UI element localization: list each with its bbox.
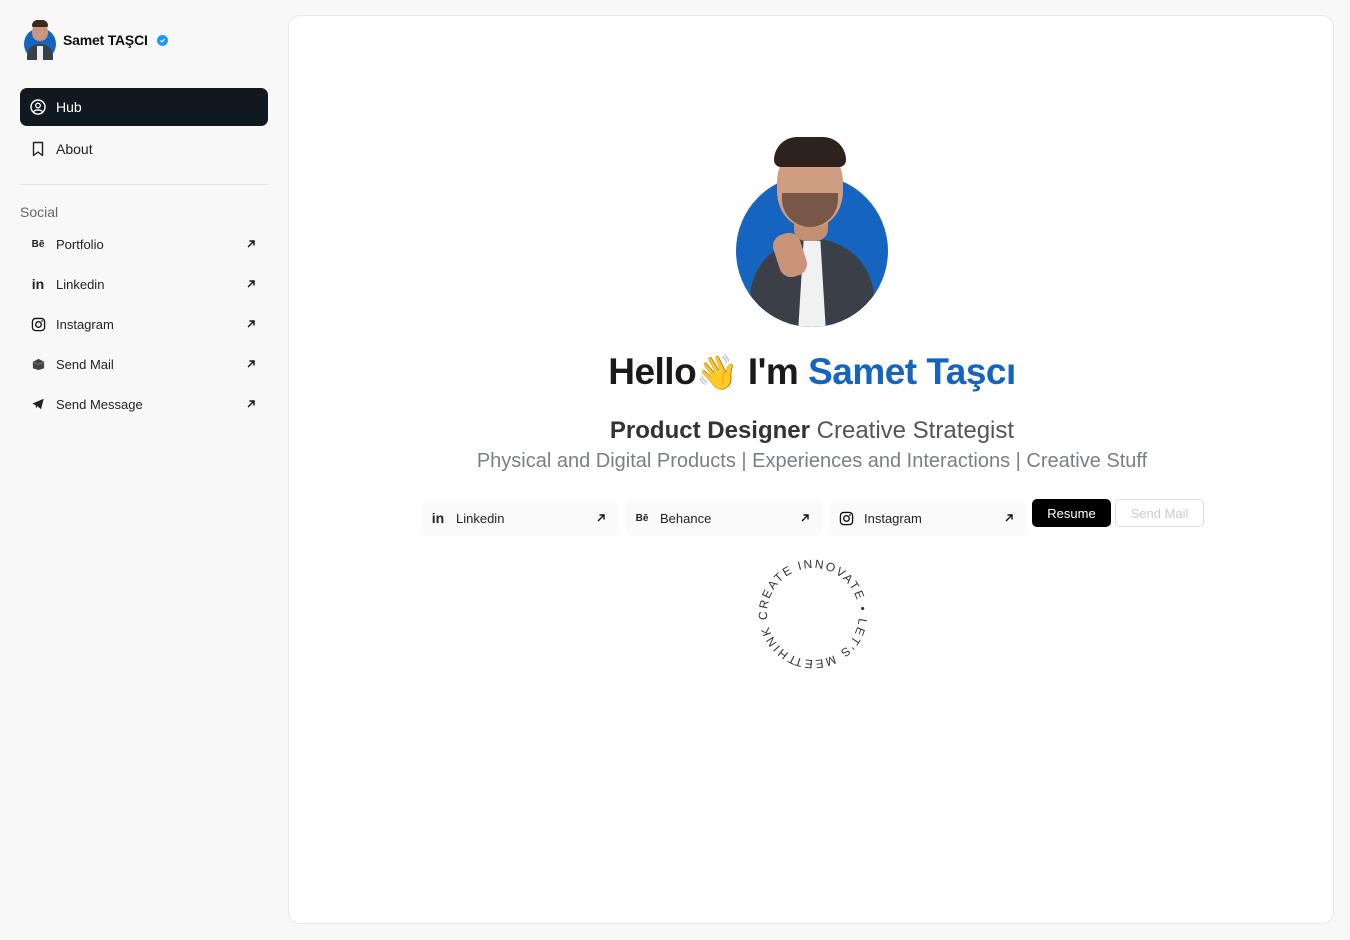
arrow-up-right-icon [596,513,606,523]
hero-roles: Product Designer Creative Strategist [289,417,1335,445]
link-card-behance[interactable]: Bē Behance [626,500,822,536]
arrow-up-right-icon [246,319,256,329]
arrow-up-right-icon [246,399,256,409]
behance-icon: Bē [31,238,45,250]
circle-badge-text: THINK CREATE INNOVATE • LET'S MEET • [731,538,886,688]
bookmark-icon [30,141,46,157]
social-item-label: Portfolio [56,236,104,252]
wave-emoji: 👋 [696,354,739,392]
avatar [24,20,56,60]
arrow-up-right-icon [800,513,810,523]
behance-icon: Bē [635,512,649,524]
link-card-label: Instagram [864,510,922,526]
social-item-send-mail[interactable]: Send Mail [20,344,268,384]
section-title-social: Social [20,204,59,220]
arrow-up-right-icon [246,359,256,369]
profile-header[interactable]: Samet TAŞCI [24,20,168,60]
send-mail-button[interactable]: Send Mail [1115,499,1204,527]
hero-links: in Linkedin Bē Behance Instagram [422,500,1034,536]
divider [20,184,268,185]
social-item-linkedin[interactable]: in Linkedin [20,264,268,304]
verified-badge-icon [156,34,168,46]
nav-item-hub[interactable]: Hub [20,88,268,126]
main-nav: Hub About [20,88,268,172]
social-item-label: Instagram [56,316,114,332]
social-item-portfolio[interactable]: Bē Portfolio [20,224,268,264]
link-card-label: Linkedin [456,510,505,526]
link-card-label: Behance [660,510,712,526]
social-item-label: Linkedin [56,276,105,292]
rotating-text-badge: THINK CREATE INNOVATE • LET'S MEET • [731,538,886,688]
social-item-instagram[interactable]: Instagram [20,304,268,344]
nav-item-label: Hub [56,99,82,115]
svg-text:THINK CREATE INNOVATE • LET'S: THINK CREATE INNOVATE • LET'S MEET • [758,559,868,669]
arrow-up-right-icon [1004,513,1014,523]
hello-text: Hello [608,351,697,392]
profile-name: Samet TAŞCI [63,32,148,48]
main-panel: Hello👋 I'm Samet Taşcı Product Designer … [288,15,1334,924]
linkedin-icon: in [431,510,445,526]
linkedin-icon: in [31,276,45,292]
role-secondary: Creative Strategist [816,417,1015,444]
user-circle-icon [30,99,46,115]
hero-photo [736,137,888,327]
arrow-up-right-icon [246,279,256,289]
instagram-icon [838,510,854,526]
social-item-label: Send Message [56,396,143,412]
mail-icon [30,356,46,372]
social-item-send-message[interactable]: Send Message [20,384,268,424]
instagram-icon [30,316,46,332]
social-list: Bē Portfolio in Linkedin Instagram Send … [20,224,268,424]
arrow-up-right-icon [246,239,256,249]
nav-item-label: About [56,141,93,157]
hero-name: Samet Taşcı [808,351,1016,392]
resume-button[interactable]: Resume [1032,499,1111,527]
link-card-instagram[interactable]: Instagram [830,500,1026,536]
social-item-label: Send Mail [56,356,114,372]
sidebar: Samet TAŞCI Hub About Social Bē Portfoli… [0,0,288,940]
nav-item-about[interactable]: About [20,130,268,168]
telegram-icon [30,396,46,412]
link-card-linkedin[interactable]: in Linkedin [422,500,618,536]
role-primary: Product Designer [609,417,810,444]
im-text: I'm [747,351,799,392]
hero-greeting: Hello👋 I'm Samet Taşcı [289,351,1335,393]
hero-subtitle: Physical and Digital Products | Experien… [476,450,1148,472]
